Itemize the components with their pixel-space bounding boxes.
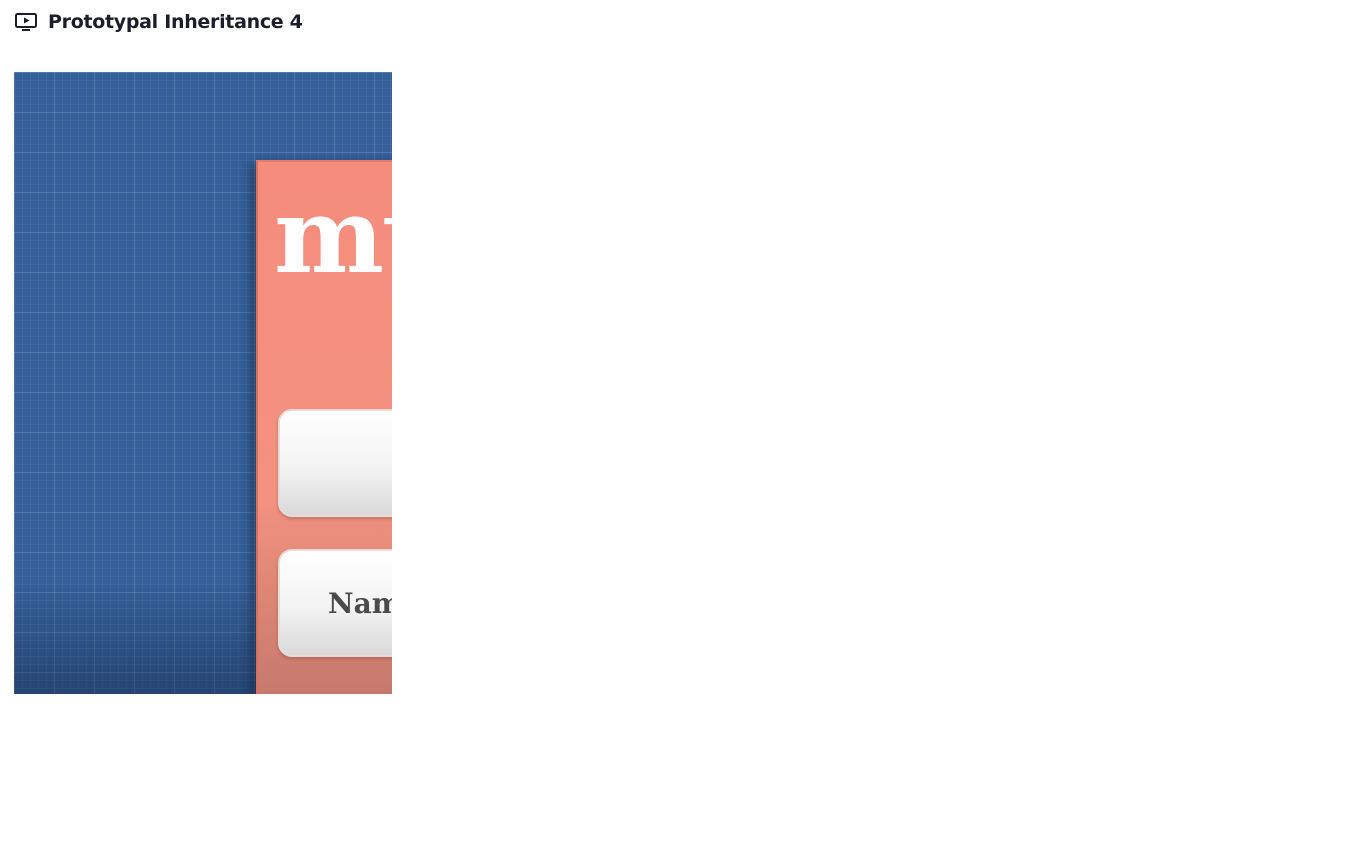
video-play-icon <box>14 10 38 34</box>
slide-slot-text: Nam <box>328 587 392 620</box>
slide-heading: mu <box>274 174 392 297</box>
video-slide-card: mu ( Nam <box>256 160 392 694</box>
slide-slot: ( <box>278 409 392 517</box>
lesson-header: Prototypal Inheritance 4 <box>14 9 303 35</box>
slide-slot-text: ( <box>390 447 392 480</box>
video-player[interactable]: mu ( Nam <box>14 72 392 694</box>
slide-slot: Nam <box>278 549 392 657</box>
lesson-title: Prototypal Inheritance 4 <box>48 11 303 33</box>
